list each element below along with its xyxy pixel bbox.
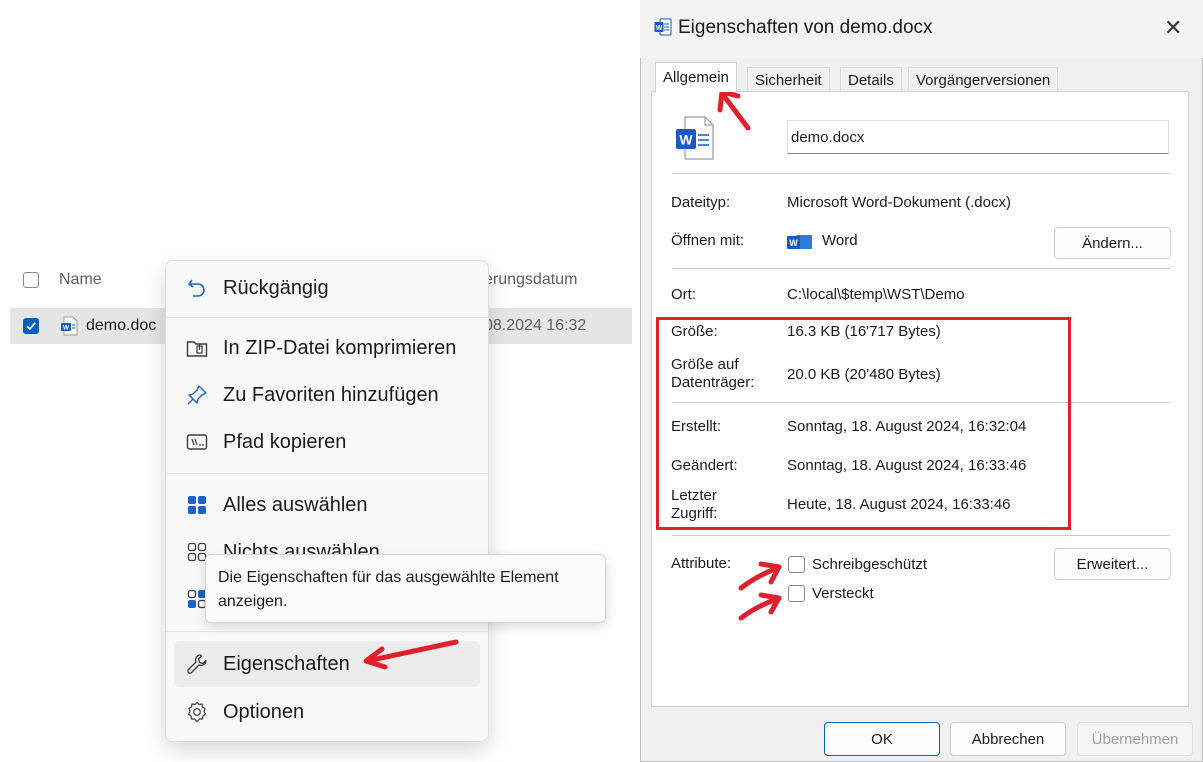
tab-previous-versions[interactable]: Vorgängerversionen (908, 67, 1059, 91)
advanced-button[interactable]: Erweitert... (1054, 548, 1171, 580)
select-all-icon (185, 493, 209, 517)
menu-separator (166, 473, 488, 474)
change-button[interactable]: Ändern... (1054, 227, 1171, 259)
location-label: Ort: (671, 286, 696, 303)
wrench-icon (185, 652, 209, 676)
pin-icon (185, 383, 209, 407)
ok-button[interactable]: OK (824, 722, 940, 756)
menu-item-label: Optionen (223, 700, 305, 723)
menu-item-add-favorites[interactable]: Zu Favoriten hinzufügen (174, 372, 480, 418)
column-header-date[interactable]: erungsdatum (484, 271, 577, 289)
menu-item-label: Rückgängig (223, 276, 329, 299)
divider (672, 268, 1170, 269)
svg-text:W: W (63, 325, 70, 332)
readonly-checkbox[interactable] (788, 556, 805, 573)
menu-separator (166, 317, 488, 318)
menu-item-label: Zu Favoriten hinzufügen (223, 383, 439, 406)
file-name-input[interactable]: demo.docx (787, 120, 1169, 154)
path-icon (185, 430, 209, 454)
menu-item-compress-zip[interactable]: In ZIP-Datei komprimieren (174, 325, 480, 371)
location-value: C:\local\$temp\WST\Demo (787, 286, 965, 303)
tab-details[interactable]: Details (840, 67, 902, 91)
undo-icon (185, 276, 209, 300)
svg-text:W: W (789, 238, 798, 248)
file-modified-date: 08.2024 16:32 (484, 317, 587, 334)
menu-item-copy-path[interactable]: Pfad kopieren (174, 419, 480, 465)
annotation-arrow-icon (717, 89, 751, 131)
apply-button[interactable]: Übernehmen (1077, 722, 1193, 756)
annotation-arrow-icon (363, 639, 459, 670)
hidden-checkbox[interactable] (788, 585, 805, 602)
menu-item-undo[interactable]: Rückgängig (174, 265, 480, 311)
file-row-checkbox[interactable] (23, 318, 39, 334)
menu-item-label: Pfad kopieren (223, 430, 347, 453)
word-app-icon: W (787, 233, 813, 256)
svg-text:W: W (656, 25, 663, 32)
attributes-label: Attribute: (671, 555, 732, 572)
word-document-icon: W (673, 115, 715, 166)
file-type-label: Dateityp: (671, 194, 731, 211)
zip-folder-icon (185, 336, 209, 360)
gear-icon (185, 700, 209, 724)
tab-general[interactable]: Allgemein (655, 62, 737, 92)
file-type-value: Microsoft Word-Dokument (.docx) (787, 194, 1011, 211)
menu-separator (166, 631, 488, 632)
close-icon[interactable]: ✕ (1164, 15, 1182, 41)
menu-item-select-all[interactable]: Alles auswählen (174, 482, 480, 528)
dialog-title: Eigenschaften von demo.docx (678, 17, 933, 38)
annotation-arrow-icon (738, 592, 782, 621)
menu-item-label: In ZIP-Datei komprimieren (223, 336, 457, 359)
word-app-icon: W (654, 18, 672, 41)
menu-item-options[interactable]: Optionen (174, 689, 480, 735)
svg-text:W: W (679, 132, 693, 148)
annotation-highlight-box (656, 317, 1071, 530)
menu-item-label: Eigenschaften (223, 652, 350, 675)
divider (672, 535, 1170, 536)
checkmark-icon (26, 322, 36, 331)
tab-security[interactable]: Sicherheit (747, 67, 830, 91)
column-header-name[interactable]: Name (59, 271, 102, 289)
hidden-label[interactable]: Versteckt (812, 585, 874, 603)
word-file-icon: W (60, 316, 78, 341)
open-with-value: Word (822, 232, 858, 249)
menu-item-label: Alles auswählen (223, 493, 368, 516)
cancel-button[interactable]: Abbrechen (950, 722, 1066, 756)
readonly-label[interactable]: Schreibgeschützt (812, 556, 927, 574)
file-name[interactable]: demo.doc (86, 317, 156, 335)
select-all-checkbox[interactable] (23, 272, 39, 288)
open-with-label: Öffnen mit: (671, 232, 745, 249)
annotation-arrow-icon (738, 561, 782, 591)
tooltip: Die Eigenschaften für das ausgewählte El… (205, 554, 606, 623)
divider (672, 173, 1170, 174)
